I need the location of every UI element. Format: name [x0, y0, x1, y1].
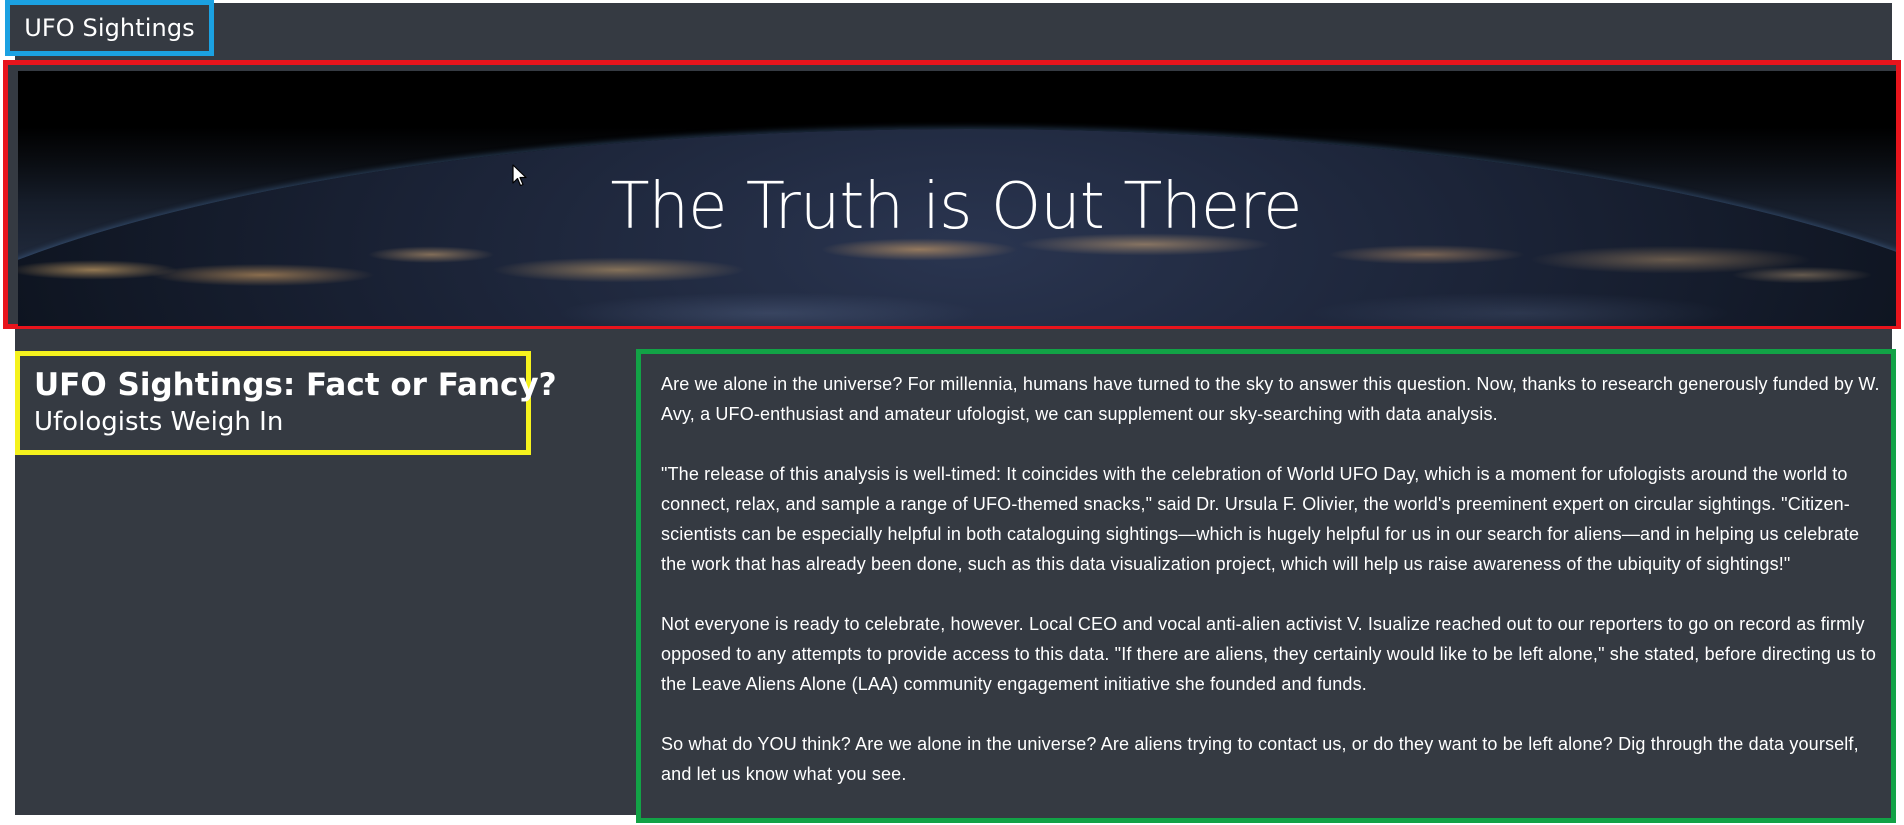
article-paragraph: So what do YOU think? Are we alone in th… [661, 734, 1859, 784]
mouse-pointer-icon [512, 164, 527, 187]
article-body: Are we alone in the universe? For millen… [636, 349, 1896, 823]
navbar-brand-link[interactable]: UFO Sightings [24, 14, 195, 42]
article-heading: UFO Sightings: Fact or Fancy? Ufologists… [15, 351, 557, 455]
hero-title: The Truth is Out There [610, 169, 1302, 244]
article-paragraph: Not everyone is ready to celebrate, howe… [661, 614, 1877, 694]
article-subtitle: Ufologists Weigh In [34, 407, 284, 438]
article-title: UFO Sightings: Fact or Fancy? [34, 367, 557, 403]
article-paragraph: Are we alone in the universe? For millen… [661, 374, 1880, 424]
article-paragraph: "The release of this analysis is well-ti… [661, 464, 1860, 574]
earth-night-background-image: The Truth is Out There [18, 71, 1896, 326]
page: UFO Sightings The Truth is Out There UFO… [0, 0, 1904, 825]
hero-jumbotron: The Truth is Out There [3, 60, 1901, 329]
navbar: UFO Sightings [5, 0, 214, 56]
